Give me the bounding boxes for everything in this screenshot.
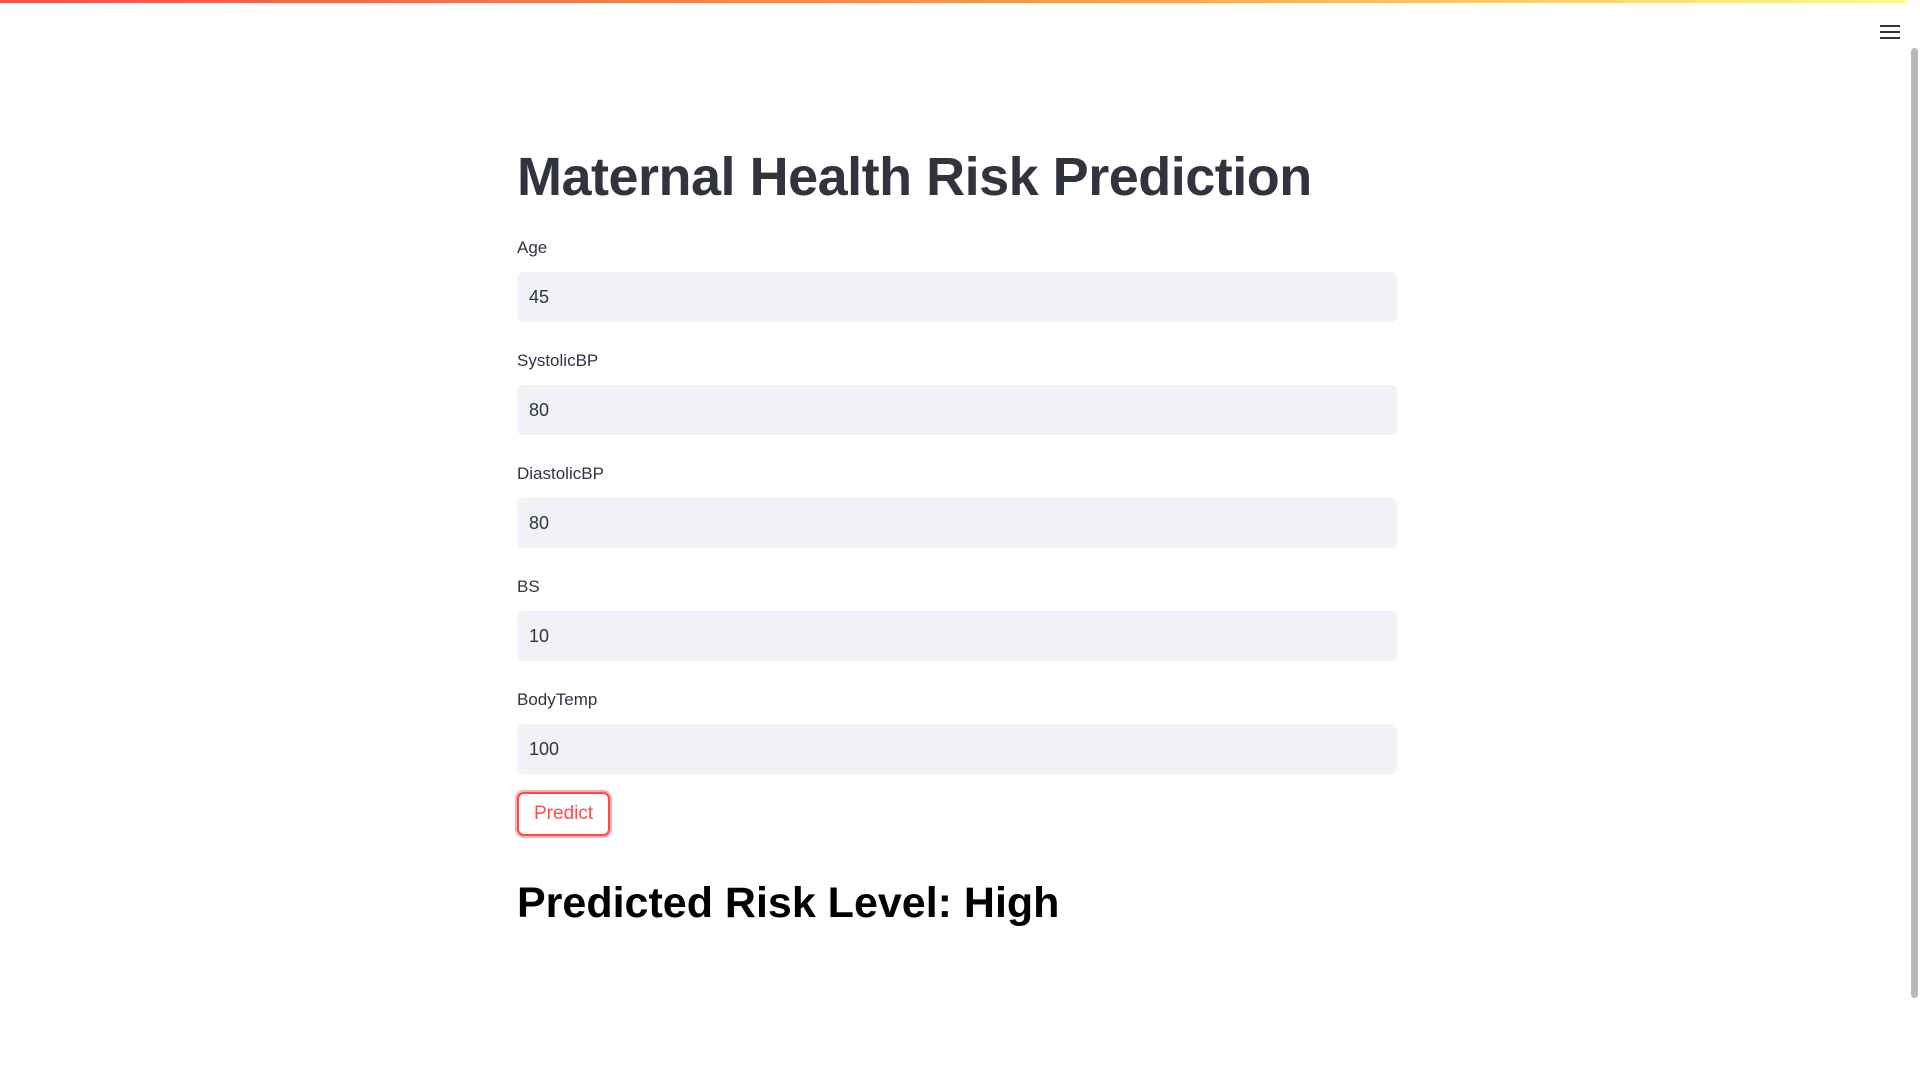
- predict-button[interactable]: Predict: [517, 792, 611, 837]
- body-temp-label: BodyTemp: [517, 690, 598, 710]
- page-scrollbar[interactable]: [1906, 0, 1920, 1080]
- hamburger-menu-icon: [1880, 25, 1900, 39]
- diastolic-bp-input[interactable]: [517, 498, 1397, 549]
- age-label: Age: [517, 238, 548, 258]
- diastolic-bp-label: DiastolicBP: [517, 464, 604, 484]
- scrollbar-thumb[interactable]: [1911, 48, 1918, 998]
- field-systolic-bp: SystolicBP: [517, 350, 1397, 436]
- main-content: Maternal Health Risk Prediction Age Syst…: [517, 130, 1397, 928]
- field-bs: BS: [517, 576, 1397, 662]
- top-decoration-bar: [0, 0, 1920, 3]
- body-temp-input[interactable]: [517, 724, 1397, 775]
- predicted-risk-heading: Predicted Risk Level: High: [517, 879, 1060, 928]
- age-input[interactable]: [517, 272, 1397, 323]
- field-body-temp: BodyTemp: [517, 689, 1397, 775]
- main-menu-button[interactable]: [1874, 18, 1906, 46]
- systolic-bp-label: SystolicBP: [517, 351, 599, 371]
- bs-input[interactable]: [517, 611, 1397, 662]
- field-age: Age: [517, 237, 1397, 323]
- systolic-bp-input[interactable]: [517, 385, 1397, 436]
- bs-label: BS: [517, 577, 540, 597]
- page-title: Maternal Health Risk Prediction: [517, 147, 1312, 207]
- field-diastolic-bp: DiastolicBP: [517, 463, 1397, 549]
